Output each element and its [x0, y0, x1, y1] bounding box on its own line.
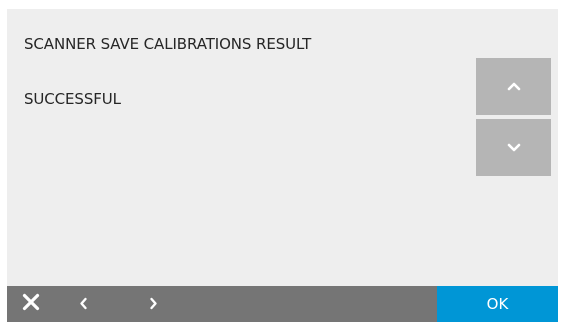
bottom-bar: OK [7, 286, 558, 322]
next-button[interactable] [143, 286, 163, 322]
chevron-right-icon [149, 295, 158, 314]
dialog-screen: SCANNER SAVE CALIBRATIONS RESULT SUCCESS… [7, 9, 558, 322]
chevron-down-icon [507, 143, 521, 152]
scroll-up-button[interactable] [476, 58, 551, 115]
close-icon [22, 293, 40, 315]
result-text: SUCCESSFUL [24, 90, 121, 108]
close-button[interactable] [19, 286, 43, 322]
ok-button[interactable]: OK [437, 286, 558, 322]
dialog-content: SCANNER SAVE CALIBRATIONS RESULT SUCCESS… [7, 9, 558, 286]
scroll-down-button[interactable] [476, 119, 551, 176]
dialog-title: SCANNER SAVE CALIBRATIONS RESULT [24, 35, 312, 53]
chevron-left-icon [79, 295, 88, 314]
chevron-up-icon [507, 82, 521, 91]
previous-button[interactable] [73, 286, 93, 322]
